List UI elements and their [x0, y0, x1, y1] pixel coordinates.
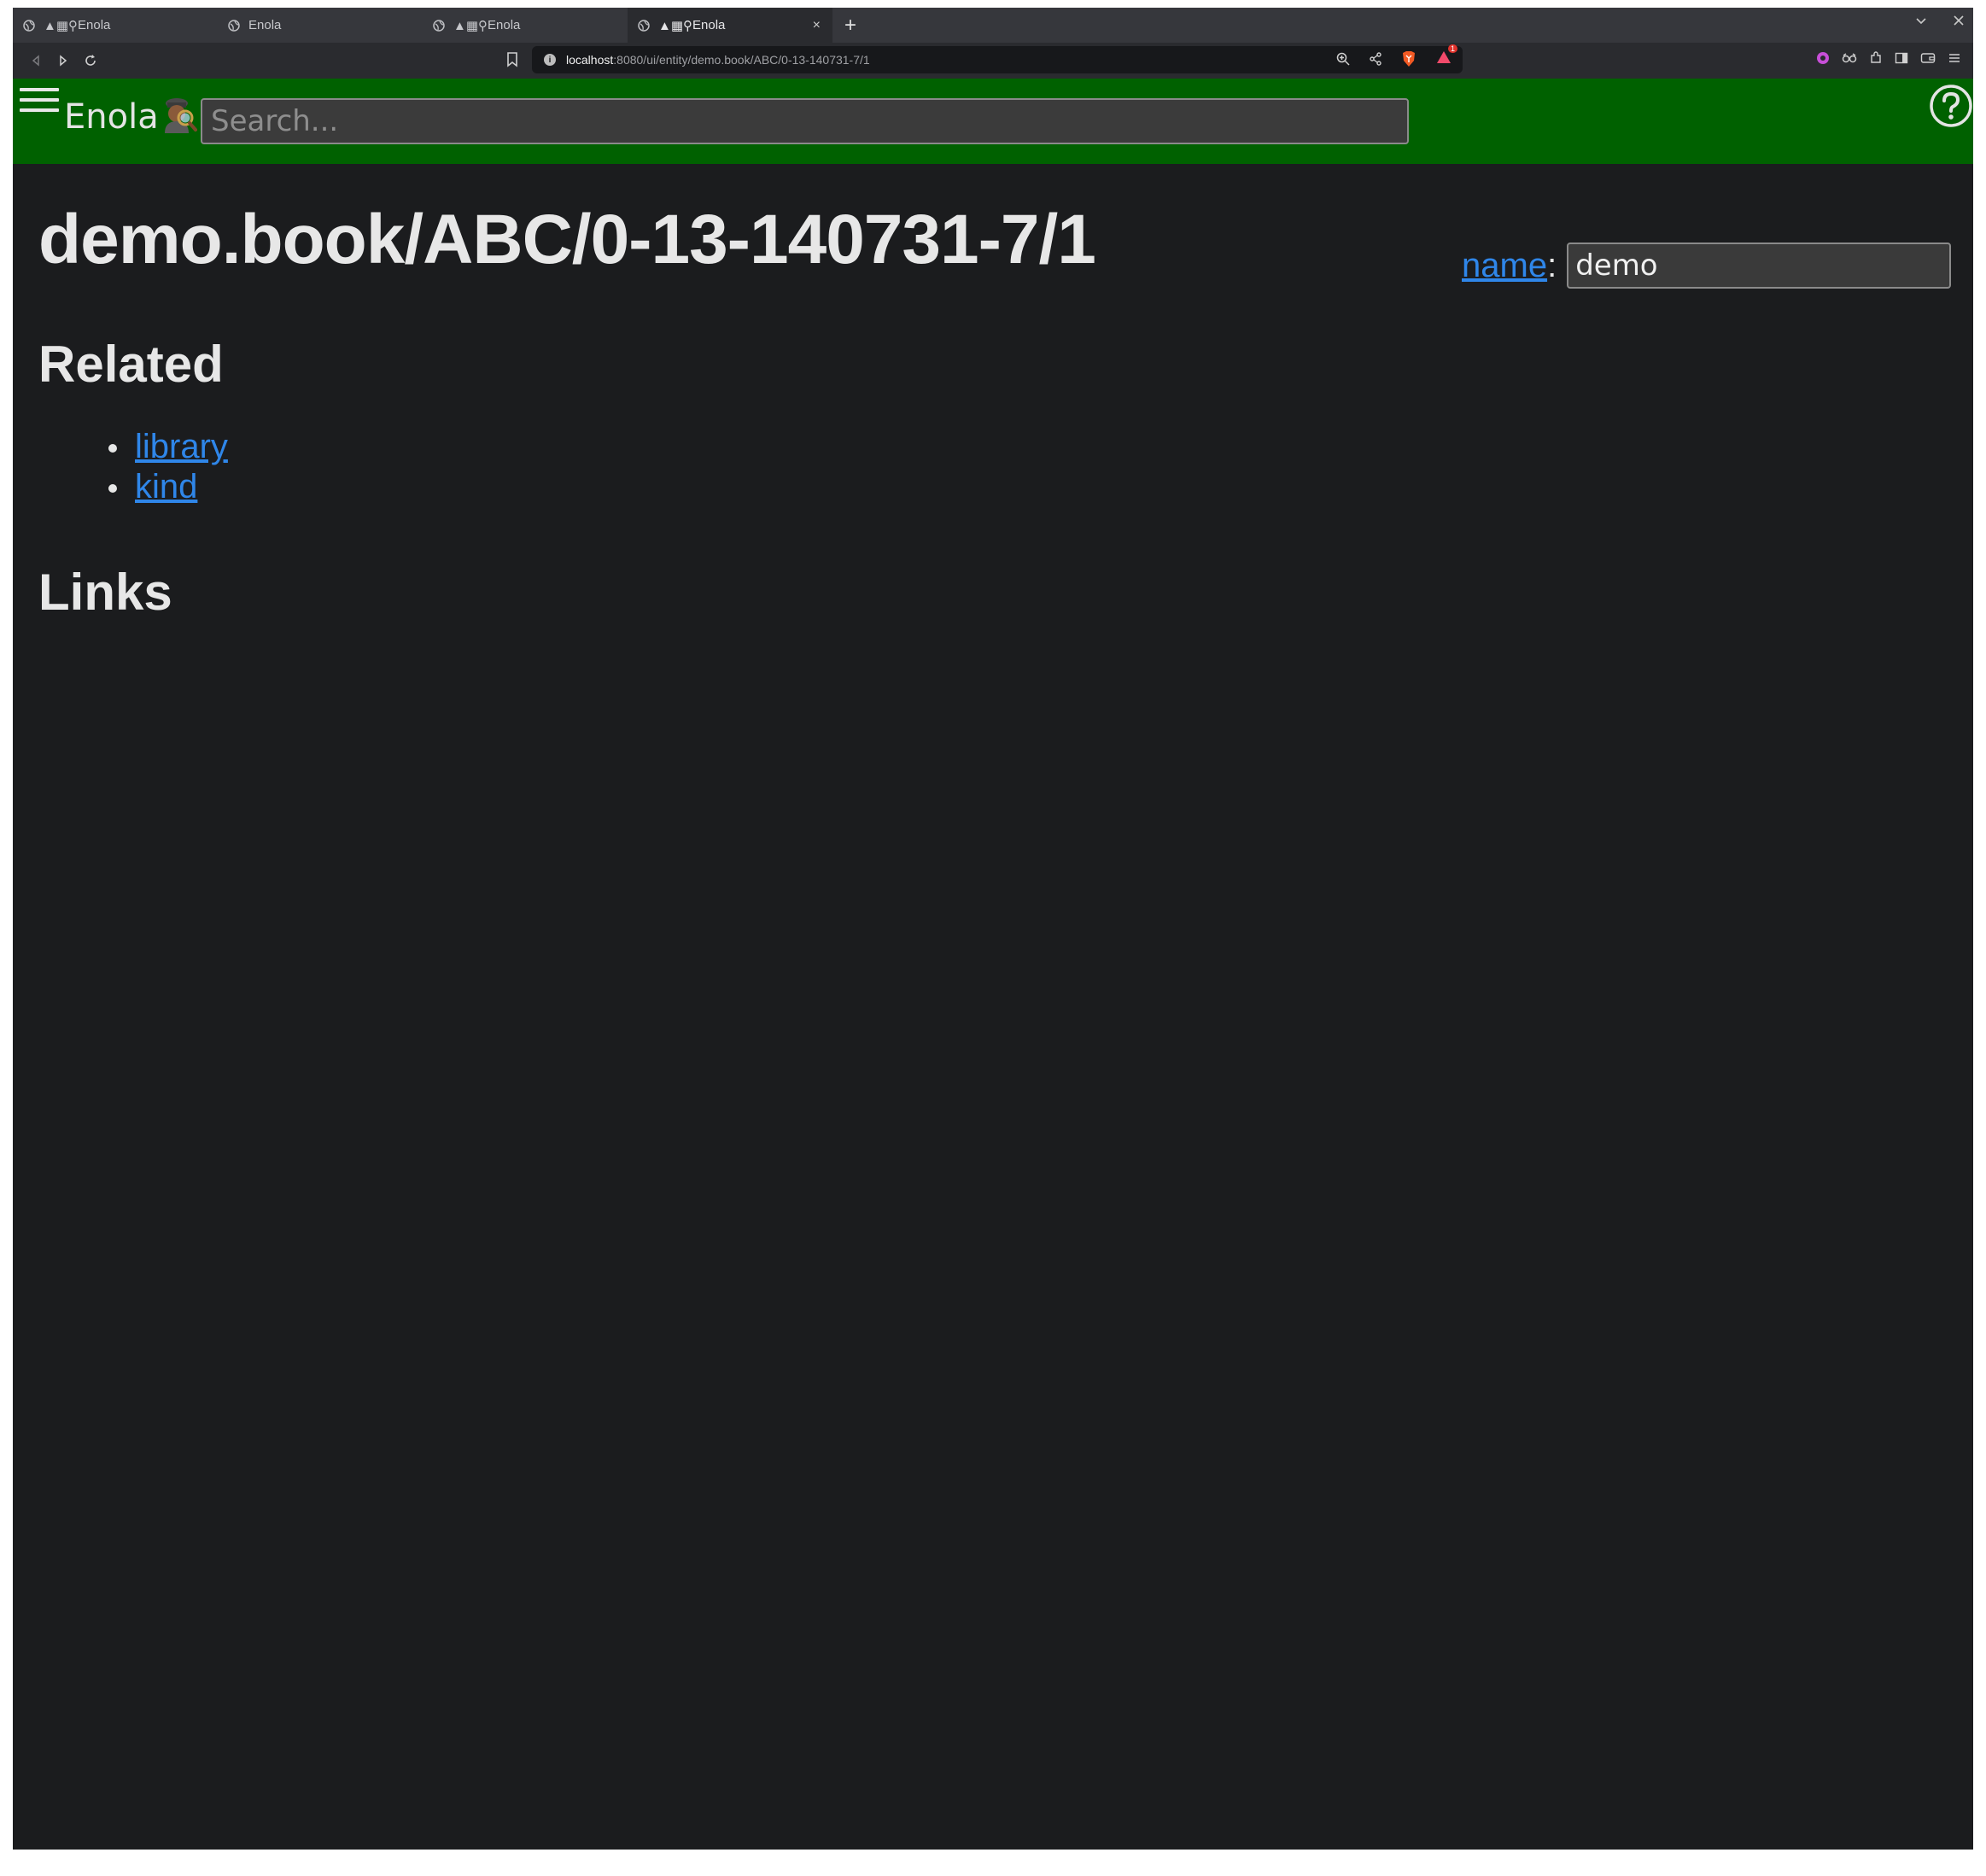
- address-bar[interactable]: i localhost :8080/ui/entity/demo.book/AB…: [532, 44, 1463, 73]
- reload-button[interactable]: [81, 51, 100, 70]
- name-colon: :: [1547, 246, 1557, 284]
- zoom-icon[interactable]: [1336, 52, 1350, 66]
- related-link-kind[interactable]: kind: [135, 468, 197, 506]
- url-host: localhost: [566, 53, 614, 67]
- page-title: demo.book/ABC/0-13-140731-7/1: [38, 201, 1096, 278]
- globe-icon: [638, 19, 650, 32]
- name-input[interactable]: [1567, 243, 1952, 289]
- puzzle-icon[interactable]: [1869, 51, 1883, 65]
- tab-4-active[interactable]: ▲▦⚲ Enola ×: [628, 8, 832, 43]
- page-content: Enola demo.book/ABC/0-13-140731-7/1 name…: [13, 79, 1973, 1850]
- tab-1-title: Enola: [78, 18, 111, 32]
- tab-strip: ▲▦⚲ Enola Enola ▲▦⚲ Enola ▲▦⚲ Enola × +: [13, 8, 1973, 43]
- new-tab-button[interactable]: +: [844, 15, 856, 36]
- url-path: :8080/ui/entity/demo.book/ABC/0-13-14073…: [613, 53, 870, 67]
- browser-window: ▲▦⚲ Enola Enola ▲▦⚲ Enola ▲▦⚲ Enola × +: [13, 8, 1973, 1850]
- detective-emoji-icon: [165, 98, 197, 133]
- globe-icon: [433, 19, 445, 32]
- brand-title[interactable]: Enola: [64, 97, 159, 137]
- links-heading: Links: [38, 564, 172, 621]
- related-list: library kind: [81, 427, 228, 507]
- help-icon[interactable]: [1929, 84, 1973, 128]
- tab-3-title: Enola: [488, 18, 521, 32]
- globe-icon: [23, 19, 35, 32]
- browser-toolbar: i localhost :8080/ui/entity/demo.book/AB…: [13, 43, 1973, 79]
- sidebar-icon[interactable]: [1895, 51, 1908, 65]
- list-item: library: [81, 427, 228, 467]
- wallet-icon[interactable]: [1920, 51, 1936, 65]
- reload-icon: [85, 55, 96, 66]
- tab-2-title: Enola: [248, 18, 282, 32]
- extensions-area: [1816, 51, 1961, 65]
- forward-button[interactable]: [54, 51, 73, 70]
- site-info-icon[interactable]: i: [544, 54, 556, 66]
- tab-3[interactable]: ▲▦⚲ Enola: [423, 8, 628, 43]
- search-input[interactable]: [201, 98, 1409, 144]
- hamburger-menu-icon[interactable]: [20, 88, 59, 117]
- close-tab-icon[interactable]: ×: [813, 18, 821, 33]
- tab-2[interactable]: Enola: [218, 8, 423, 43]
- list-item: kind: [81, 467, 228, 507]
- brave-rewards-button[interactable]: 1: [1435, 44, 1457, 67]
- tab-4-prefix: ▲▦⚲: [658, 18, 693, 33]
- name-field: name :: [1462, 243, 1952, 289]
- menu-icon[interactable]: [1948, 51, 1961, 65]
- bookmark-icon[interactable]: [506, 52, 518, 67]
- related-link-library[interactable]: library: [135, 428, 228, 465]
- rewards-badge: 1: [1447, 44, 1457, 53]
- tab-1-prefix: ▲▦⚲: [44, 18, 79, 33]
- name-link[interactable]: name: [1462, 247, 1547, 285]
- extension-glasses-icon[interactable]: [1842, 51, 1857, 65]
- related-heading: Related: [38, 336, 224, 393]
- globe-icon: [228, 19, 240, 32]
- brave-shields-icon[interactable]: [1401, 50, 1416, 67]
- app-header: Enola: [13, 79, 1973, 164]
- extension-purple-icon[interactable]: [1816, 51, 1830, 65]
- window-close-icon[interactable]: [1953, 15, 1965, 26]
- forward-arrow-icon: [60, 55, 67, 67]
- tab-4-title: Enola: [692, 18, 726, 32]
- back-arrow-icon: [32, 55, 39, 67]
- back-button[interactable]: [26, 51, 45, 70]
- chevron-down-icon[interactable]: [1915, 15, 1927, 26]
- share-icon[interactable]: [1369, 51, 1382, 66]
- tab-3-prefix: ▲▦⚲: [453, 18, 488, 33]
- tab-1[interactable]: ▲▦⚲ Enola: [13, 8, 218, 43]
